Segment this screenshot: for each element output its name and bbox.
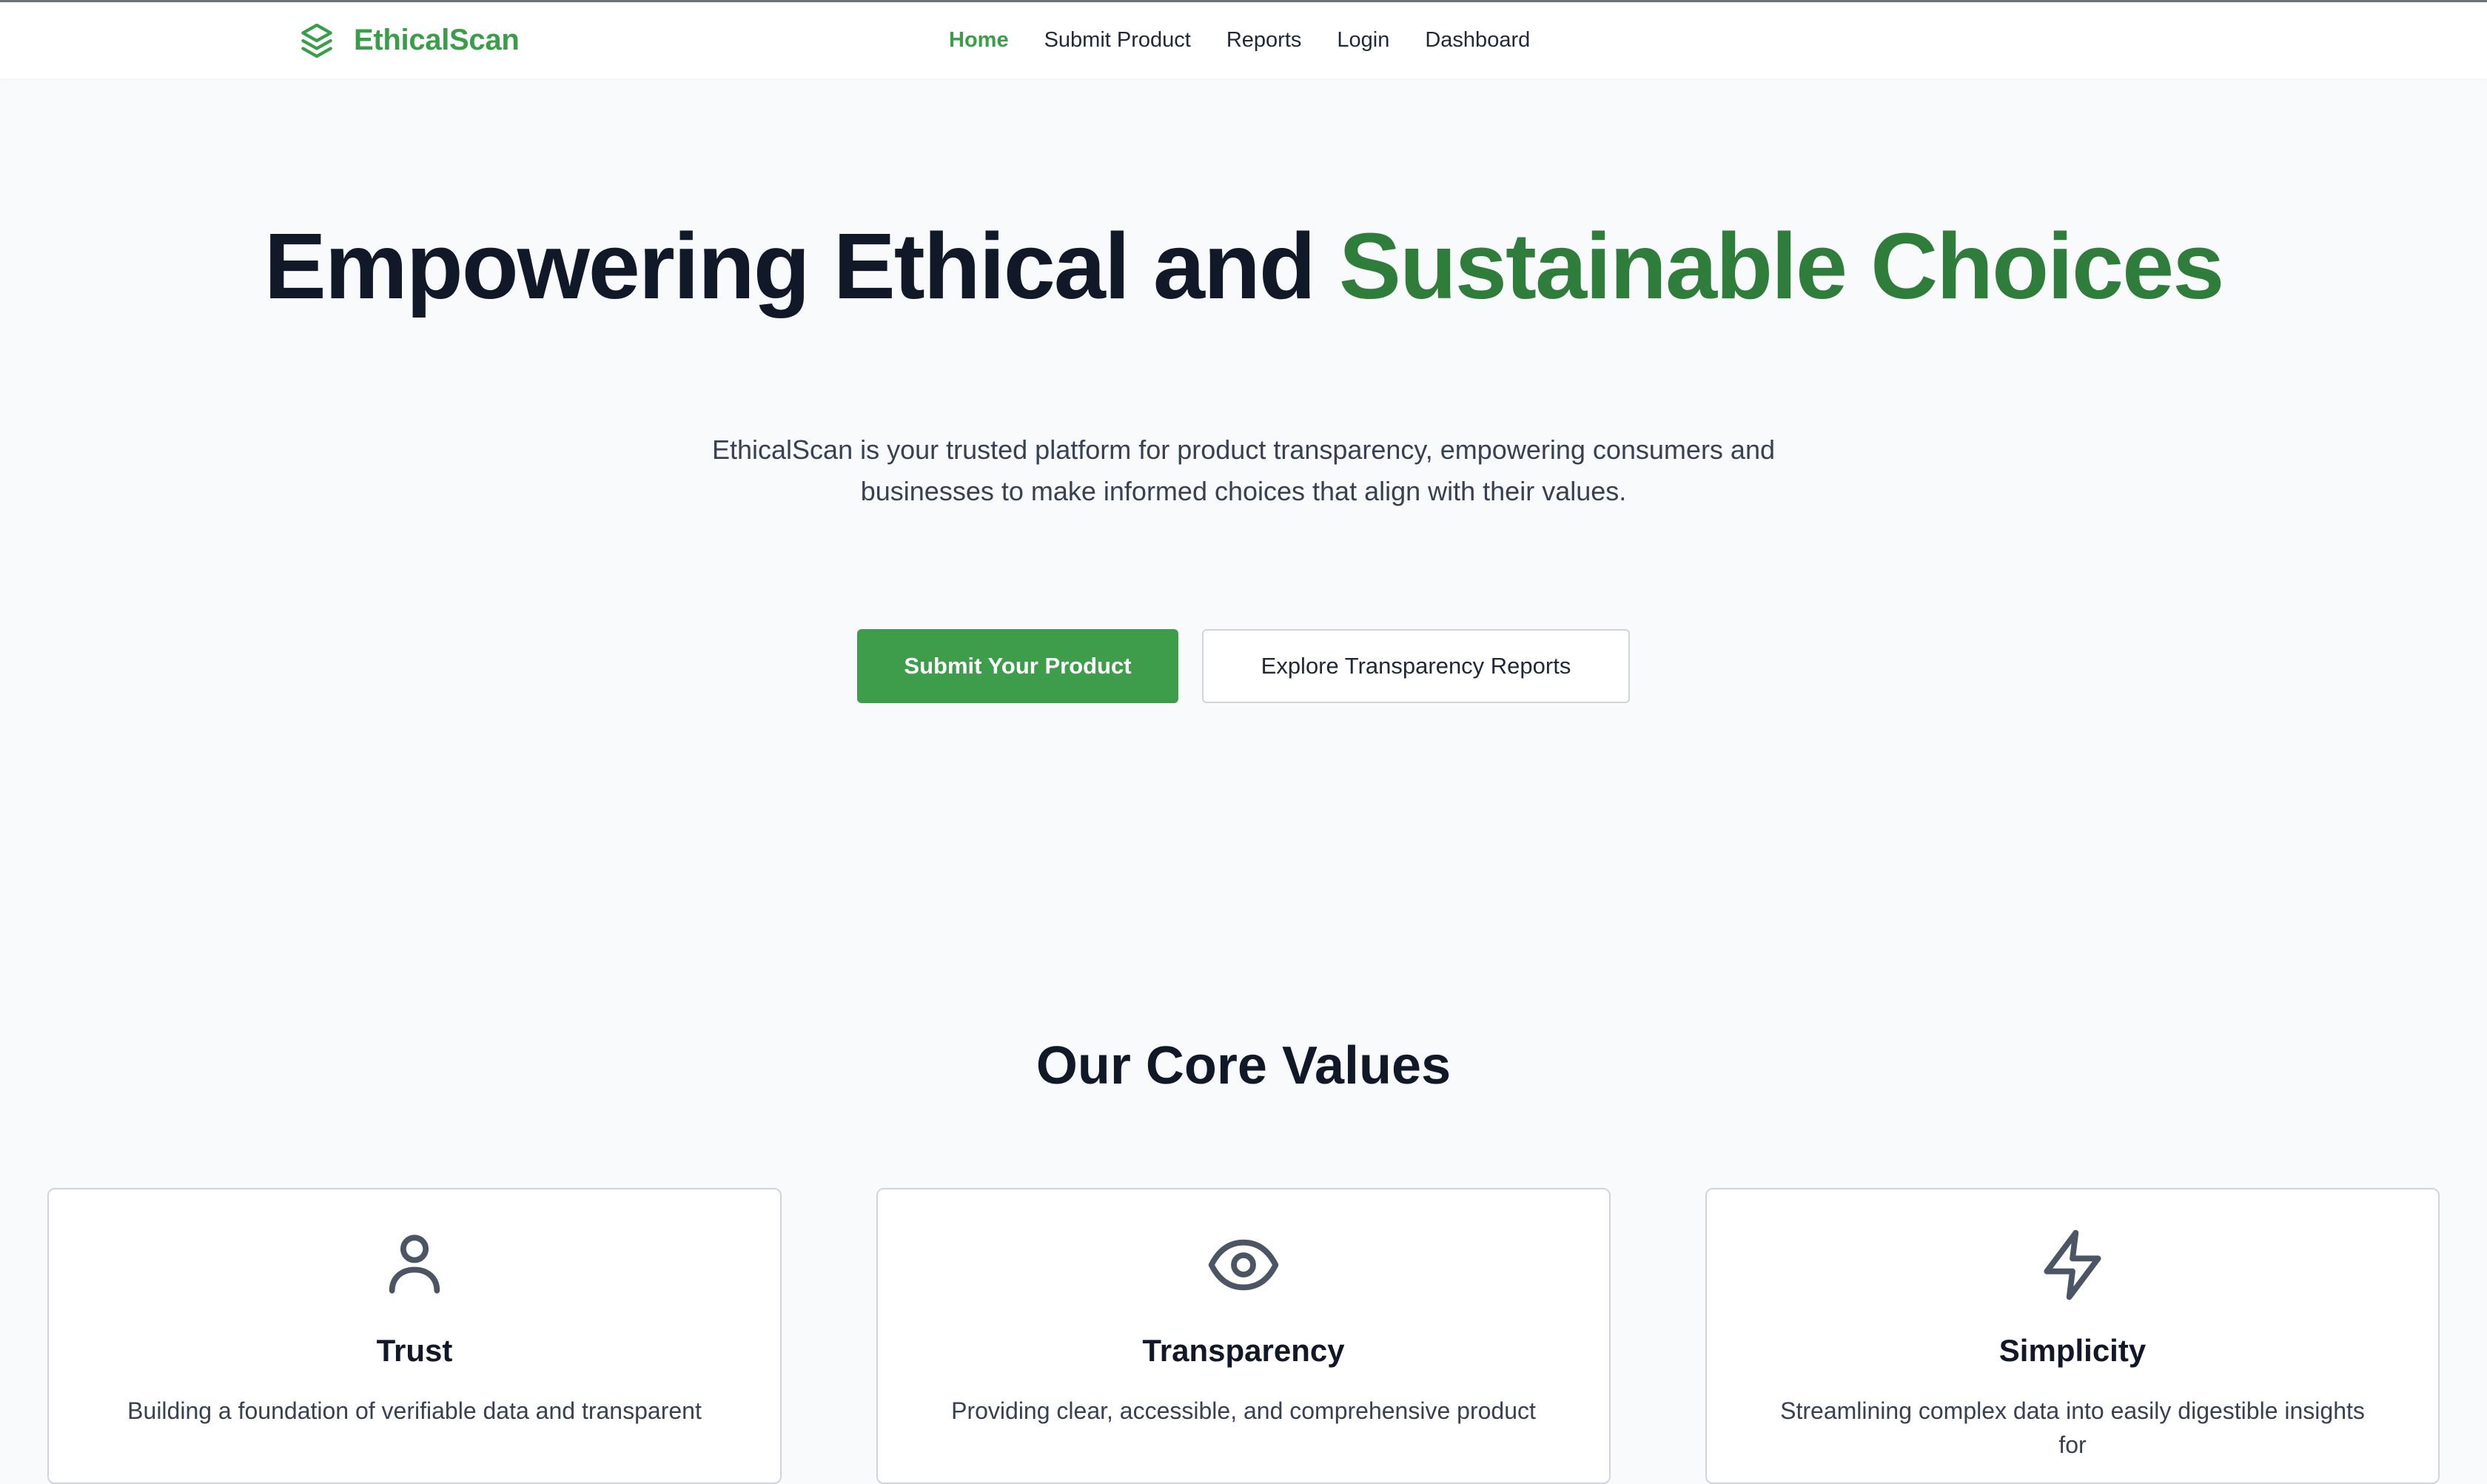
brand-name[interactable]: EthicalScan — [354, 24, 520, 57]
hero-title-main: Empowering Ethical and — [264, 214, 1339, 318]
top-navbar: EthicalScan Home Submit Product Reports … — [0, 2, 2487, 78]
nav-link-submit-product[interactable]: Submit Product — [1044, 30, 1191, 51]
value-card-trust: Trust Building a foundation of verifiabl… — [47, 1188, 782, 1484]
user-icon — [389, 1235, 440, 1294]
core-values-heading: Our Core Values — [1036, 1036, 1451, 1095]
value-card-title: Simplicity — [1998, 1333, 2147, 1368]
layers-icon — [301, 23, 332, 58]
main-menu: Home Submit Product Reports Login Dashbo… — [949, 2, 1565, 78]
hero-title: Empowering Ethical and Sustainable Choic… — [0, 215, 2487, 318]
value-card-description: Streamlining complex data into easily di… — [1780, 1397, 2365, 1458]
lightning-icon — [2044, 1229, 2101, 1300]
hero-subtitle: EthicalScan is your trusted platform for… — [711, 434, 1775, 506]
value-card-simplicity: Simplicity Streamlining complex data int… — [1705, 1188, 2440, 1484]
hero-title-accent: Sustainable Choices — [1338, 214, 2224, 318]
hero-cta-group: Submit Your Product Explore Transparency… — [0, 629, 2487, 703]
value-card-description: Building a foundation of verifiable data… — [127, 1397, 702, 1424]
explore-transparency-reports-button[interactable]: Explore Transparency Reports — [1202, 629, 1630, 703]
nav-link-dashboard[interactable]: Dashboard — [1425, 30, 1530, 51]
value-card-title: Transparency — [1142, 1333, 1345, 1368]
submit-your-product-button[interactable]: Submit Your Product — [857, 629, 1178, 703]
nav-link-login[interactable]: Login — [1337, 30, 1389, 51]
nav-link-reports[interactable]: Reports — [1226, 30, 1302, 51]
value-card-title: Trust — [376, 1333, 453, 1368]
value-card-transparency: Transparency Providing clear, accessible… — [876, 1188, 1611, 1484]
eye-icon — [1208, 1239, 1279, 1291]
value-card-description: Providing clear, accessible, and compreh… — [951, 1397, 1536, 1424]
nav-link-home[interactable]: Home — [949, 30, 1009, 51]
brand-logo-link[interactable]: EthicalScan — [296, 2, 520, 78]
